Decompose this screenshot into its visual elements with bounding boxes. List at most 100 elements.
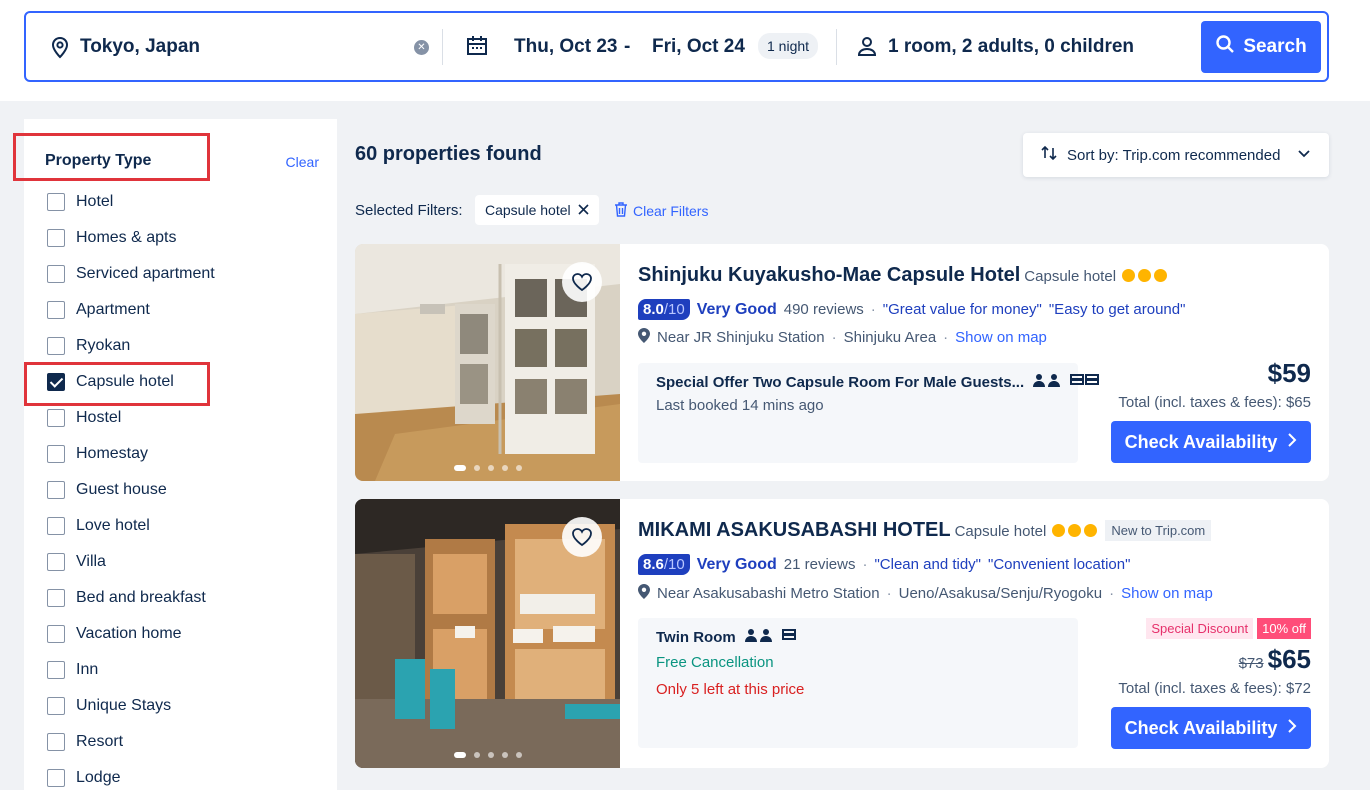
close-icon[interactable]	[578, 202, 589, 218]
show-on-map-link[interactable]: Show on map	[1121, 585, 1213, 602]
nights-badge: 1 night	[758, 33, 819, 59]
review-count[interactable]: 490 reviews	[784, 301, 864, 318]
property-type-option[interactable]: Homes & apts	[47, 220, 215, 256]
property-type-option[interactable]: Unique Stays	[47, 688, 215, 724]
hotel-photo[interactable]	[355, 244, 620, 481]
hotel-name-row: MIKAMI ASAKUSABASHI HOTEL Capsule hotel Ne…	[638, 519, 1212, 542]
review-score: 8.0/10	[638, 299, 690, 320]
special-discount-badge: Special Discount	[1146, 618, 1254, 639]
checkbox[interactable]	[47, 553, 65, 571]
checkbox[interactable]	[47, 589, 65, 607]
property-type-option[interactable]: Guest house	[47, 472, 215, 508]
checkbox[interactable]	[47, 697, 65, 715]
carousel-dot[interactable]	[453, 465, 466, 471]
checkbox[interactable]	[47, 373, 65, 391]
heart-icon[interactable]	[562, 262, 602, 302]
check-availability-button[interactable]: Check Availability	[1111, 707, 1311, 749]
clear-destination-icon[interactable]: ✕	[414, 40, 429, 55]
carousel-dot[interactable]	[487, 465, 494, 471]
checkout-date[interactable]: Fri, Oct 24	[652, 36, 745, 58]
property-type-option[interactable]: Vacation home	[47, 616, 215, 652]
property-type-option[interactable]: Resort	[47, 724, 215, 760]
filter-chip-capsule-hotel[interactable]: Capsule hotel	[475, 195, 599, 225]
property-type-option[interactable]: Inn	[47, 652, 215, 688]
checkbox[interactable]	[47, 409, 65, 427]
clear-property-type-link[interactable]: Clear	[286, 154, 319, 170]
guests-selector[interactable]: 1 room, 2 adults, 0 children	[888, 36, 1134, 58]
price: $59	[1267, 358, 1311, 388]
carousel-dot[interactable]	[515, 752, 522, 758]
carousel-dot[interactable]	[501, 465, 508, 471]
property-type-label: Guest house	[76, 481, 167, 498]
property-type-option[interactable]: Ryokan	[47, 328, 215, 364]
room-offer-box[interactable]: Twin Room Free Cancellation Only 5 left …	[638, 618, 1078, 748]
hotel-card[interactable]: MIKAMI ASAKUSABASHI HOTEL Capsule hotel Ne…	[355, 499, 1329, 768]
show-on-map-link[interactable]: Show on map	[955, 329, 1047, 346]
hotel-name[interactable]: MIKAMI ASAKUSABASHI HOTEL	[638, 519, 951, 541]
property-type-option[interactable]: Bed and breakfast	[47, 580, 215, 616]
heart-icon[interactable]	[562, 517, 602, 557]
check-availability-button[interactable]: Check Availability	[1111, 421, 1311, 463]
property-type-option[interactable]: Hostel	[47, 400, 215, 436]
property-type-option[interactable]: Hotel	[47, 184, 215, 220]
carousel-dot[interactable]	[515, 465, 522, 471]
checkbox[interactable]	[47, 517, 65, 535]
review-tag: "Easy to get around"	[1048, 301, 1186, 318]
carousel-dot[interactable]	[453, 752, 466, 758]
date-separator: -	[624, 36, 631, 57]
property-type-option[interactable]: Lodge	[47, 760, 215, 790]
checkbox[interactable]	[47, 265, 65, 283]
location-line: Near Asakusabashi Metro Station · Ueno/A…	[638, 584, 1213, 603]
total-price: Total (incl. taxes & fees): $72	[1118, 680, 1311, 697]
checkbox[interactable]	[47, 733, 65, 751]
location-line: Near JR Shinjuku Station · Shinjuku Area…	[638, 328, 1047, 347]
property-type-label: Apartment	[76, 301, 150, 318]
hotel-card[interactable]: Shinjuku Kuyakusho-Mae Capsule Hotel Caps…	[355, 244, 1329, 481]
review-tag: "Convenient location"	[988, 556, 1131, 573]
carousel-dot[interactable]	[473, 465, 480, 471]
property-type-label: Love hotel	[76, 517, 150, 534]
separator: ·	[870, 301, 876, 318]
property-type-label: Inn	[76, 661, 99, 678]
checkbox[interactable]	[47, 337, 65, 355]
property-type-option[interactable]: Love hotel	[47, 508, 215, 544]
property-type-label: Serviced apartment	[76, 265, 215, 282]
checkbox[interactable]	[47, 445, 65, 463]
location-pin-icon	[638, 328, 650, 347]
area-name: Ueno/Asakusa/Senju/Ryogoku	[898, 585, 1103, 602]
location-pin-icon	[638, 584, 650, 603]
review-score: 8.6/10	[638, 554, 690, 575]
property-type-option[interactable]: Homestay	[47, 436, 215, 472]
new-to-trip-badge: New to Trip.com	[1105, 520, 1212, 542]
destination-input[interactable]: Tokyo, Japan	[80, 36, 200, 58]
carousel-dot[interactable]	[473, 752, 480, 758]
clear-filters-link[interactable]: Clear Filters	[614, 202, 708, 220]
hotel-photo[interactable]	[355, 499, 620, 768]
checkbox[interactable]	[47, 625, 65, 643]
checkbox[interactable]	[47, 229, 65, 247]
property-type-option[interactable]: Capsule hotel	[47, 364, 215, 400]
property-type-list: Hotel Homes & apts Serviced apartment Apart…	[47, 184, 215, 790]
checkbox[interactable]	[47, 661, 65, 679]
checkbox[interactable]	[47, 301, 65, 319]
sort-dropdown[interactable]: Sort by: Trip.com recommended	[1023, 133, 1329, 177]
carousel-dot[interactable]	[501, 752, 508, 758]
room-offer-box[interactable]: Special Offer Two Capsule Room For Male …	[638, 363, 1100, 463]
checkbox[interactable]	[47, 193, 65, 211]
property-type-label: Vacation home	[76, 625, 182, 642]
rating-coins-icon	[1122, 269, 1168, 283]
property-type-option[interactable]: Villa	[47, 544, 215, 580]
review-count[interactable]: 21 reviews	[784, 556, 856, 573]
hotel-name[interactable]: Shinjuku Kuyakusho-Mae Capsule Hotel	[638, 264, 1020, 286]
property-type-option[interactable]: Serviced apartment	[47, 256, 215, 292]
search-icon	[1215, 34, 1235, 60]
checkbox[interactable]	[47, 769, 65, 787]
checkbox[interactable]	[47, 481, 65, 499]
checkin-date[interactable]: Thu, Oct 23	[514, 36, 617, 58]
carousel-dot[interactable]	[487, 752, 494, 758]
rating-word: Very Good	[696, 300, 777, 318]
search-button[interactable]: Search	[1201, 21, 1321, 73]
hotel-type: Capsule hotel	[954, 523, 1047, 540]
property-type-option[interactable]: Apartment	[47, 292, 215, 328]
calendar-icon	[466, 35, 488, 62]
